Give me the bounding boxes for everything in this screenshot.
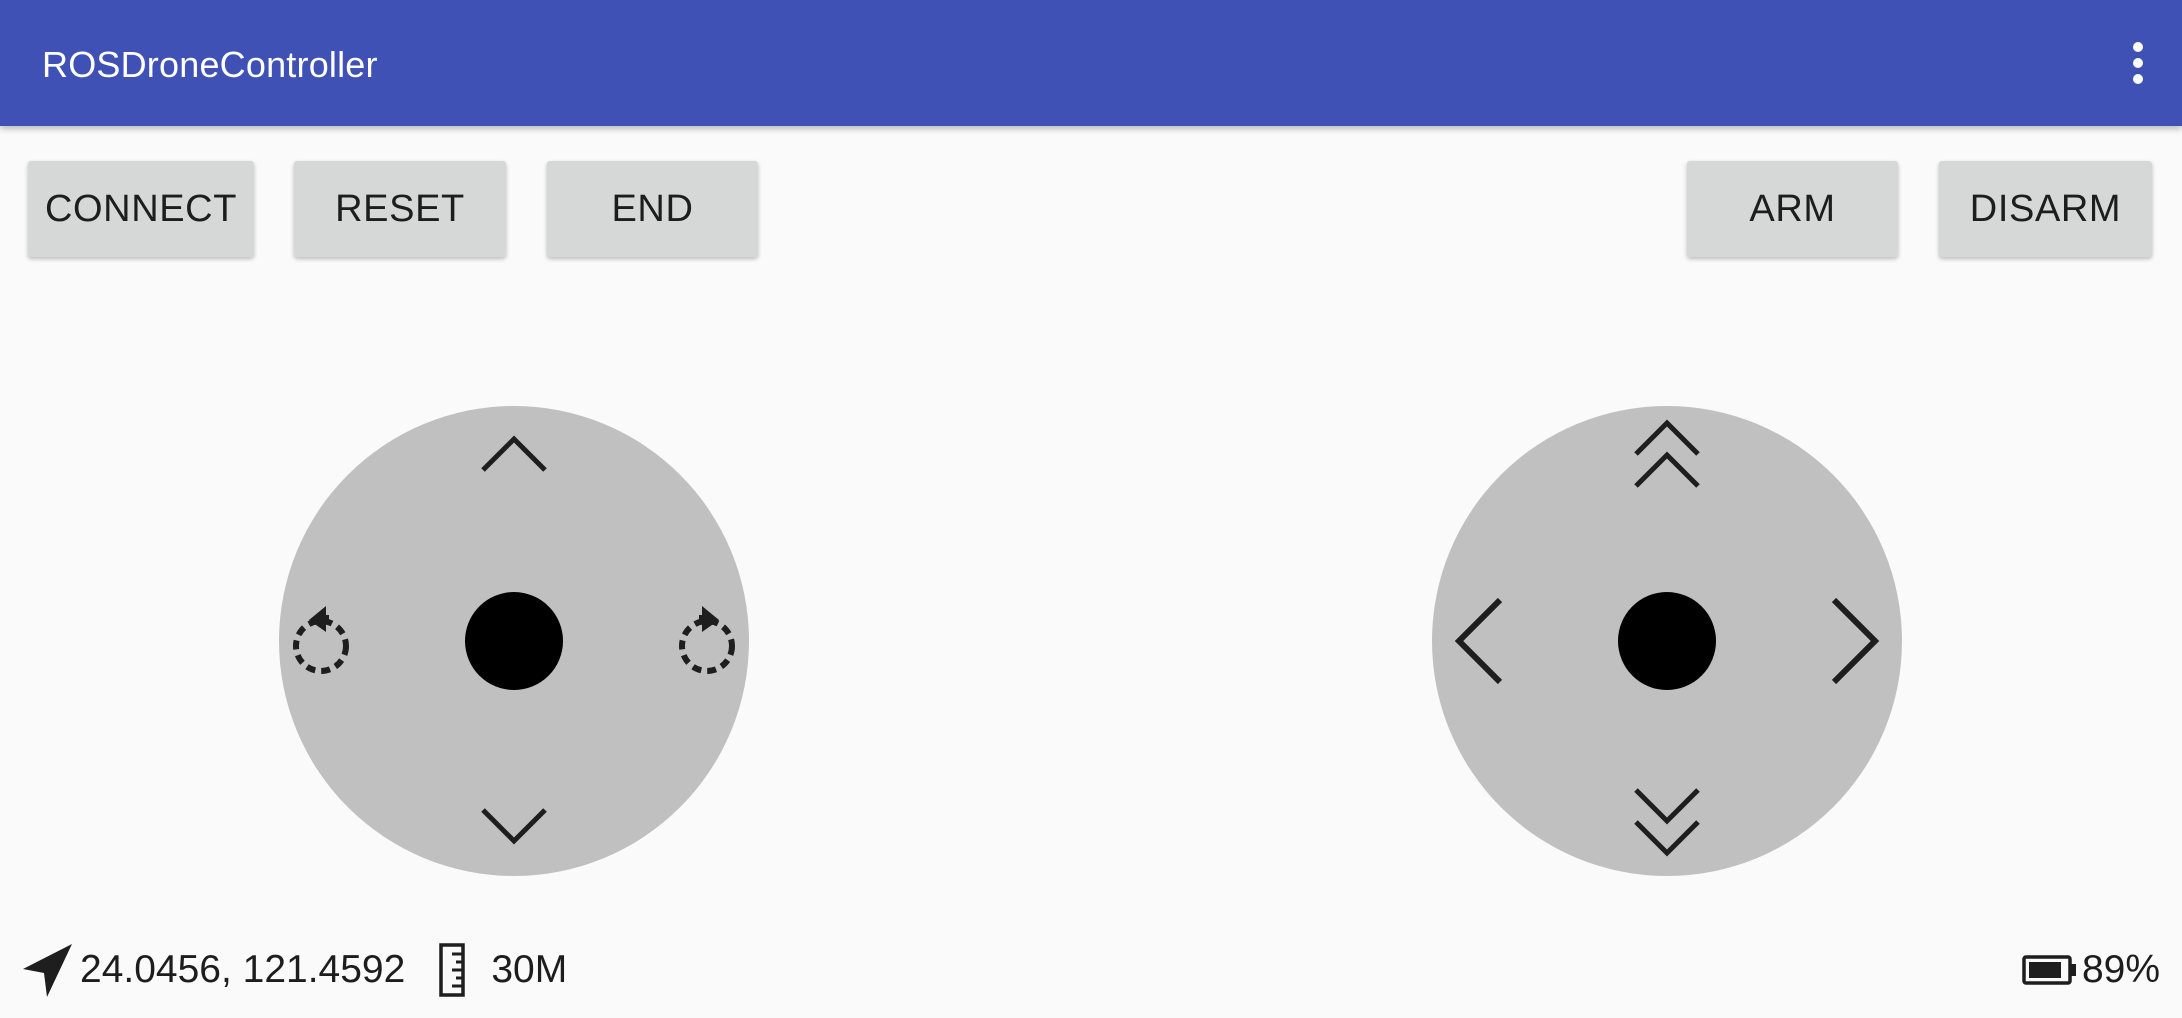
app-window: ROSDroneController CONNECT RESET END ARM… [0,0,2182,1018]
app-title: ROSDroneController [42,44,378,85]
altitude-text: 30M [491,948,568,991]
navigation-arrow-icon [20,941,74,999]
left-joystick[interactable] [279,406,749,876]
chevron-up-icon [481,435,547,472]
chevron-down-icon [481,808,547,845]
rotate-right-icon [679,606,735,674]
chevron-right-icon [1831,597,1880,685]
overflow-dot [2133,42,2143,52]
double-chevron-down-icon [1634,788,1700,857]
arm-button[interactable]: ARM [1687,161,1898,257]
more-vert-icon[interactable] [2108,30,2168,96]
ruler-icon [439,943,466,997]
connect-button[interactable]: CONNECT [28,161,254,257]
double-chevron-up-icon [1634,419,1700,488]
coordinates-text: 24.0456, 121.4592 [80,948,406,991]
chevron-left-icon [1454,597,1503,685]
overflow-dot [2133,58,2143,68]
right-joystick[interactable] [1432,406,1902,876]
reset-button[interactable]: RESET [294,161,506,257]
battery-status: 89% [2022,940,2160,1000]
overflow-dot [2133,74,2143,84]
left-joystick-knob[interactable] [465,592,563,690]
rotate-left-icon [293,606,349,674]
right-joystick-knob[interactable] [1618,592,1716,690]
telemetry-status: 24.0456, 121.4592 30M [20,940,567,1000]
battery-fill [2028,962,2061,978]
app-bar: ROSDroneController [0,0,2182,126]
disarm-button[interactable]: DISARM [1939,161,2152,257]
end-button[interactable]: END [547,161,758,257]
battery-icon [2022,954,2078,986]
battery-text: 89% [2081,948,2160,991]
